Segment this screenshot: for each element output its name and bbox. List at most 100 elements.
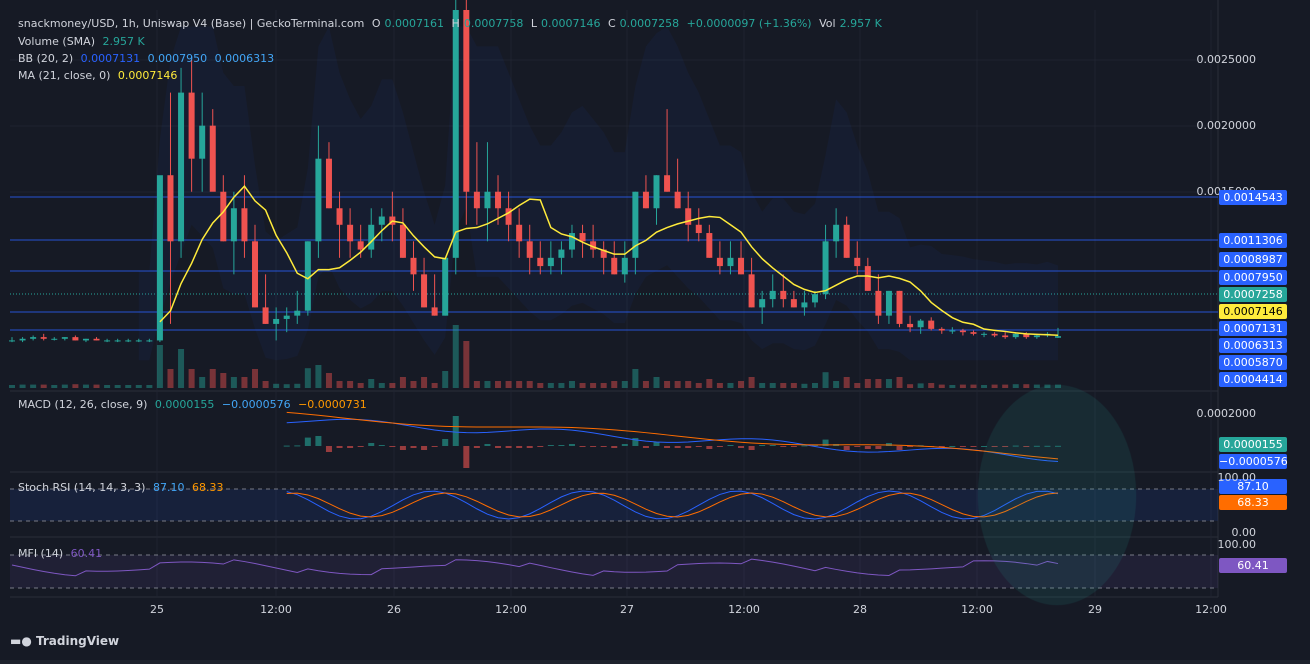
candle-body	[885, 290, 892, 316]
macd-hist-bar	[547, 445, 554, 446]
macd-hist-bar	[716, 446, 723, 447]
macd-hist-bar	[452, 416, 459, 446]
macd-hist-bar	[283, 445, 290, 447]
volume-bar	[389, 383, 396, 388]
candle-body	[579, 233, 586, 242]
macd-hist-bar	[495, 446, 502, 448]
candle-body	[294, 310, 301, 316]
candle-body	[928, 320, 935, 329]
candle-body	[790, 299, 797, 308]
candle-body	[230, 208, 237, 242]
candle-body	[864, 266, 871, 291]
volume-bar	[135, 385, 142, 388]
candle-body	[769, 290, 776, 300]
candle-body	[188, 92, 195, 159]
macd-hist-bar	[368, 443, 375, 446]
candle-body	[51, 338, 58, 340]
vol-value: 2.957 K	[839, 17, 882, 30]
volume-bar	[473, 381, 480, 388]
volume-bar	[959, 384, 966, 388]
volume-bar	[252, 369, 259, 388]
volume-bar	[156, 345, 163, 388]
candle-body	[199, 125, 206, 159]
macd-axis-label: 0.0002000	[1196, 407, 1257, 420]
macd-hist-bar	[537, 446, 544, 447]
macd-label: MACD (12, 26, close, 9)	[18, 398, 148, 411]
candle-body	[843, 224, 850, 258]
bb-value-1: 0.0007131	[80, 52, 141, 65]
macd-hist-bar	[706, 446, 713, 449]
macd-hist-bar	[431, 446, 438, 447]
macd-hist-bar	[727, 445, 734, 446]
close-label: C	[607, 17, 616, 30]
volume-legend[interactable]: Volume (SMA) 2.957 K	[18, 35, 149, 48]
ma-label: MA (21, close, 0)	[18, 69, 111, 82]
candle-body	[283, 315, 290, 319]
candle-body	[896, 290, 903, 324]
candle-body	[495, 191, 502, 209]
macd-hist-bar	[748, 446, 755, 450]
macd-value-3: −0.0000731	[298, 398, 367, 411]
volume-bar	[51, 385, 58, 388]
macd-hist-bar	[769, 445, 776, 446]
time-axis-label: 12:00	[1195, 603, 1227, 616]
close-value: 0.0007258	[619, 17, 680, 30]
high-label: H	[451, 17, 460, 30]
candle-body	[981, 333, 988, 335]
candle-body	[695, 224, 702, 234]
volume-bar	[748, 377, 755, 388]
volume-bar	[568, 381, 575, 388]
macd-hist-bar	[738, 446, 745, 448]
volume-bar	[537, 383, 544, 388]
macd-hist-bar	[325, 446, 332, 452]
tradingview-logo[interactable]: ▬● TradingView	[10, 634, 119, 648]
candle-body	[970, 332, 977, 334]
candle-body	[209, 125, 216, 192]
bb-legend[interactable]: BB (20, 2) 0.0007131 0.0007950 0.0006313	[18, 52, 278, 65]
volume-bar	[452, 325, 459, 388]
mfi-legend[interactable]: MFI (14) 60.41	[18, 547, 106, 560]
volume-bar	[611, 381, 618, 388]
volume-bar	[822, 372, 829, 388]
price-chart[interactable]	[0, 0, 1310, 660]
candle-body	[273, 318, 280, 324]
time-axis-label: 25	[150, 603, 164, 616]
volume-bar	[431, 383, 438, 388]
volume-bar	[738, 381, 745, 388]
macd-hist-bar	[516, 446, 523, 448]
candle-body	[991, 333, 998, 336]
stoch-legend[interactable]: Stoch RSI (14, 14, 3, 3) 87.10 68.33	[18, 481, 227, 494]
volume-bar	[759, 383, 766, 388]
macd-hist-bar	[864, 446, 871, 449]
volume-bar	[917, 383, 924, 388]
volume-bar	[357, 383, 364, 388]
volume-bar	[9, 385, 15, 388]
volume-bar	[970, 384, 977, 388]
candle-body	[156, 175, 163, 341]
macd-hist-bar	[621, 444, 628, 446]
volume-bar	[167, 369, 174, 388]
macd-hist-bar	[875, 446, 882, 449]
open-label: O	[371, 17, 381, 30]
candle-body	[738, 257, 745, 275]
candle-body	[716, 257, 723, 267]
indicator-tag: 68.33	[1219, 495, 1287, 510]
volume-bar	[378, 383, 385, 388]
volume-bar	[949, 385, 956, 388]
low-value: 0.0007146	[540, 17, 601, 30]
volume-bar	[727, 383, 734, 388]
macd-hist-bar	[653, 442, 660, 446]
volume-bar	[790, 383, 797, 388]
ma-legend[interactable]: MA (21, close, 0) 0.0007146	[18, 69, 181, 82]
highlight-ellipse	[977, 384, 1137, 606]
candle-body	[917, 320, 924, 328]
candle-body	[241, 208, 248, 242]
candle-body	[431, 307, 438, 316]
stoch-axis-label: 100.00	[1217, 471, 1257, 484]
volume-bar	[854, 383, 861, 388]
volume-bar	[590, 383, 597, 388]
macd-legend[interactable]: MACD (12, 26, close, 9) 0.0000155 −0.000…	[18, 398, 371, 411]
candle-body	[780, 290, 787, 300]
chart-canvas[interactable]	[0, 0, 1310, 660]
mfi-label: MFI (14)	[18, 547, 64, 560]
